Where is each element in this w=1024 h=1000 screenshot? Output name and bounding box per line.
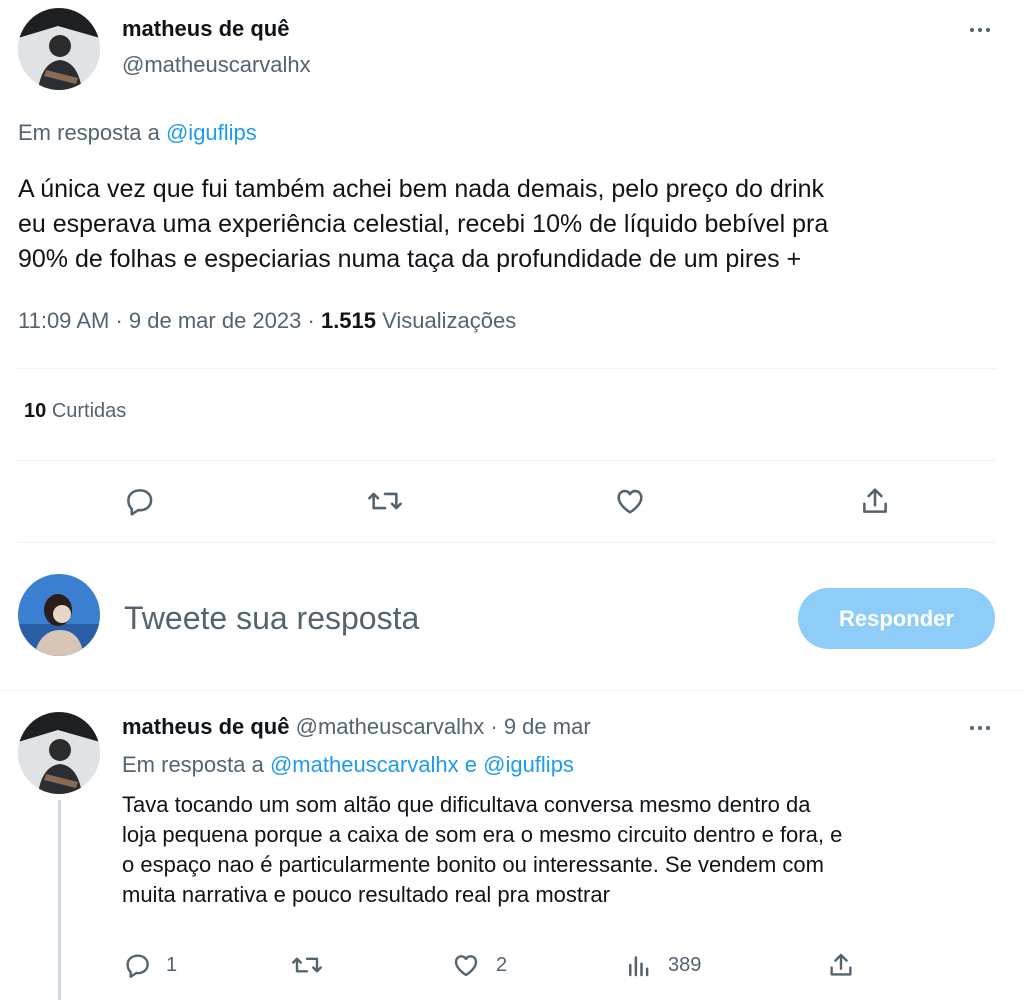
retweet-icon [368,492,402,510]
reply-button[interactable] [122,484,156,518]
views-icon [629,956,649,977]
reply-like-button[interactable]: 2 [450,950,507,980]
share-icon [830,953,852,976]
reply-to-link[interactable]: @iguflips [483,752,574,777]
retweet-icon [292,957,322,973]
views-label: Visualizações [382,308,517,333]
reply-retweet-button[interactable] [290,950,324,980]
views-count: 389 [668,953,702,976]
tweet-text: A única vez que fui também achei bem nad… [18,175,829,273]
likes-count: 10 [24,400,47,422]
reply-context: Em resposta a @iguflips [18,120,257,145]
reply-author-handle[interactable]: @matheuscarvalhx [296,714,485,739]
reply-to-link[interactable]: @matheuscarvalhx [270,752,459,777]
reply-more-options-button[interactable] [963,718,997,738]
more-horizontal-icon [970,726,974,730]
reply-author-avatar[interactable] [18,712,100,794]
tweet-date[interactable]: 9 de mar de 2023 [129,308,301,333]
tweet-time[interactable]: 11:09 AM [18,308,109,333]
likes-stat[interactable]: 10 Curtidas [24,400,126,423]
respond-button[interactable]: Responder [798,588,995,649]
divider [18,460,996,461]
like-count: 2 [496,953,508,976]
heart-icon [617,489,643,514]
reply-to-link[interactable]: @iguflips [166,120,257,145]
views-count: 1.515 [320,308,377,333]
reply-share-button[interactable] [826,950,856,980]
author-handle[interactable]: @matheuscarvalhx [122,52,311,78]
retweet-button[interactable] [366,484,404,518]
divider [0,690,1024,691]
reply-header: matheus de quê @matheuscarvalhx · 9 de m… [122,714,591,739]
reply-icon [127,489,153,516]
reply-count: 1 [166,953,178,976]
reply-date[interactable]: 9 de mar [504,714,591,739]
reply-context: Em resposta a @matheuscarvalhx e @igufli… [122,752,574,777]
divider [18,368,996,369]
reply-author-name[interactable]: matheus de quê [122,714,289,739]
avatar-photo [18,8,100,90]
author-avatar[interactable] [18,8,100,90]
more-horizontal-icon [970,28,974,32]
tweet-meta: 11:09 AM · 9 de mar de 2023 · 1.515 Visu… [18,308,517,333]
user-avatar[interactable] [18,574,100,656]
author-name[interactable]: matheus de quê [122,16,289,42]
reply-input[interactable]: Tweete sua resposta [124,592,774,644]
like-button[interactable] [612,484,648,518]
likes-label: Curtidas [51,400,127,422]
reply-icon [126,954,149,978]
thread-line [58,800,61,1000]
divider [18,542,996,543]
reply-text: Tava tocando um som altão que dificultav… [122,792,843,907]
share-button[interactable] [858,484,892,518]
reply-views-button[interactable]: 389 [624,950,701,980]
avatar-photo [18,574,100,656]
more-options-button[interactable] [963,20,997,40]
avatar-photo [18,712,100,794]
share-icon [863,488,887,513]
heart-icon [454,955,478,977]
reply-reply-button[interactable]: 1 [122,950,177,980]
